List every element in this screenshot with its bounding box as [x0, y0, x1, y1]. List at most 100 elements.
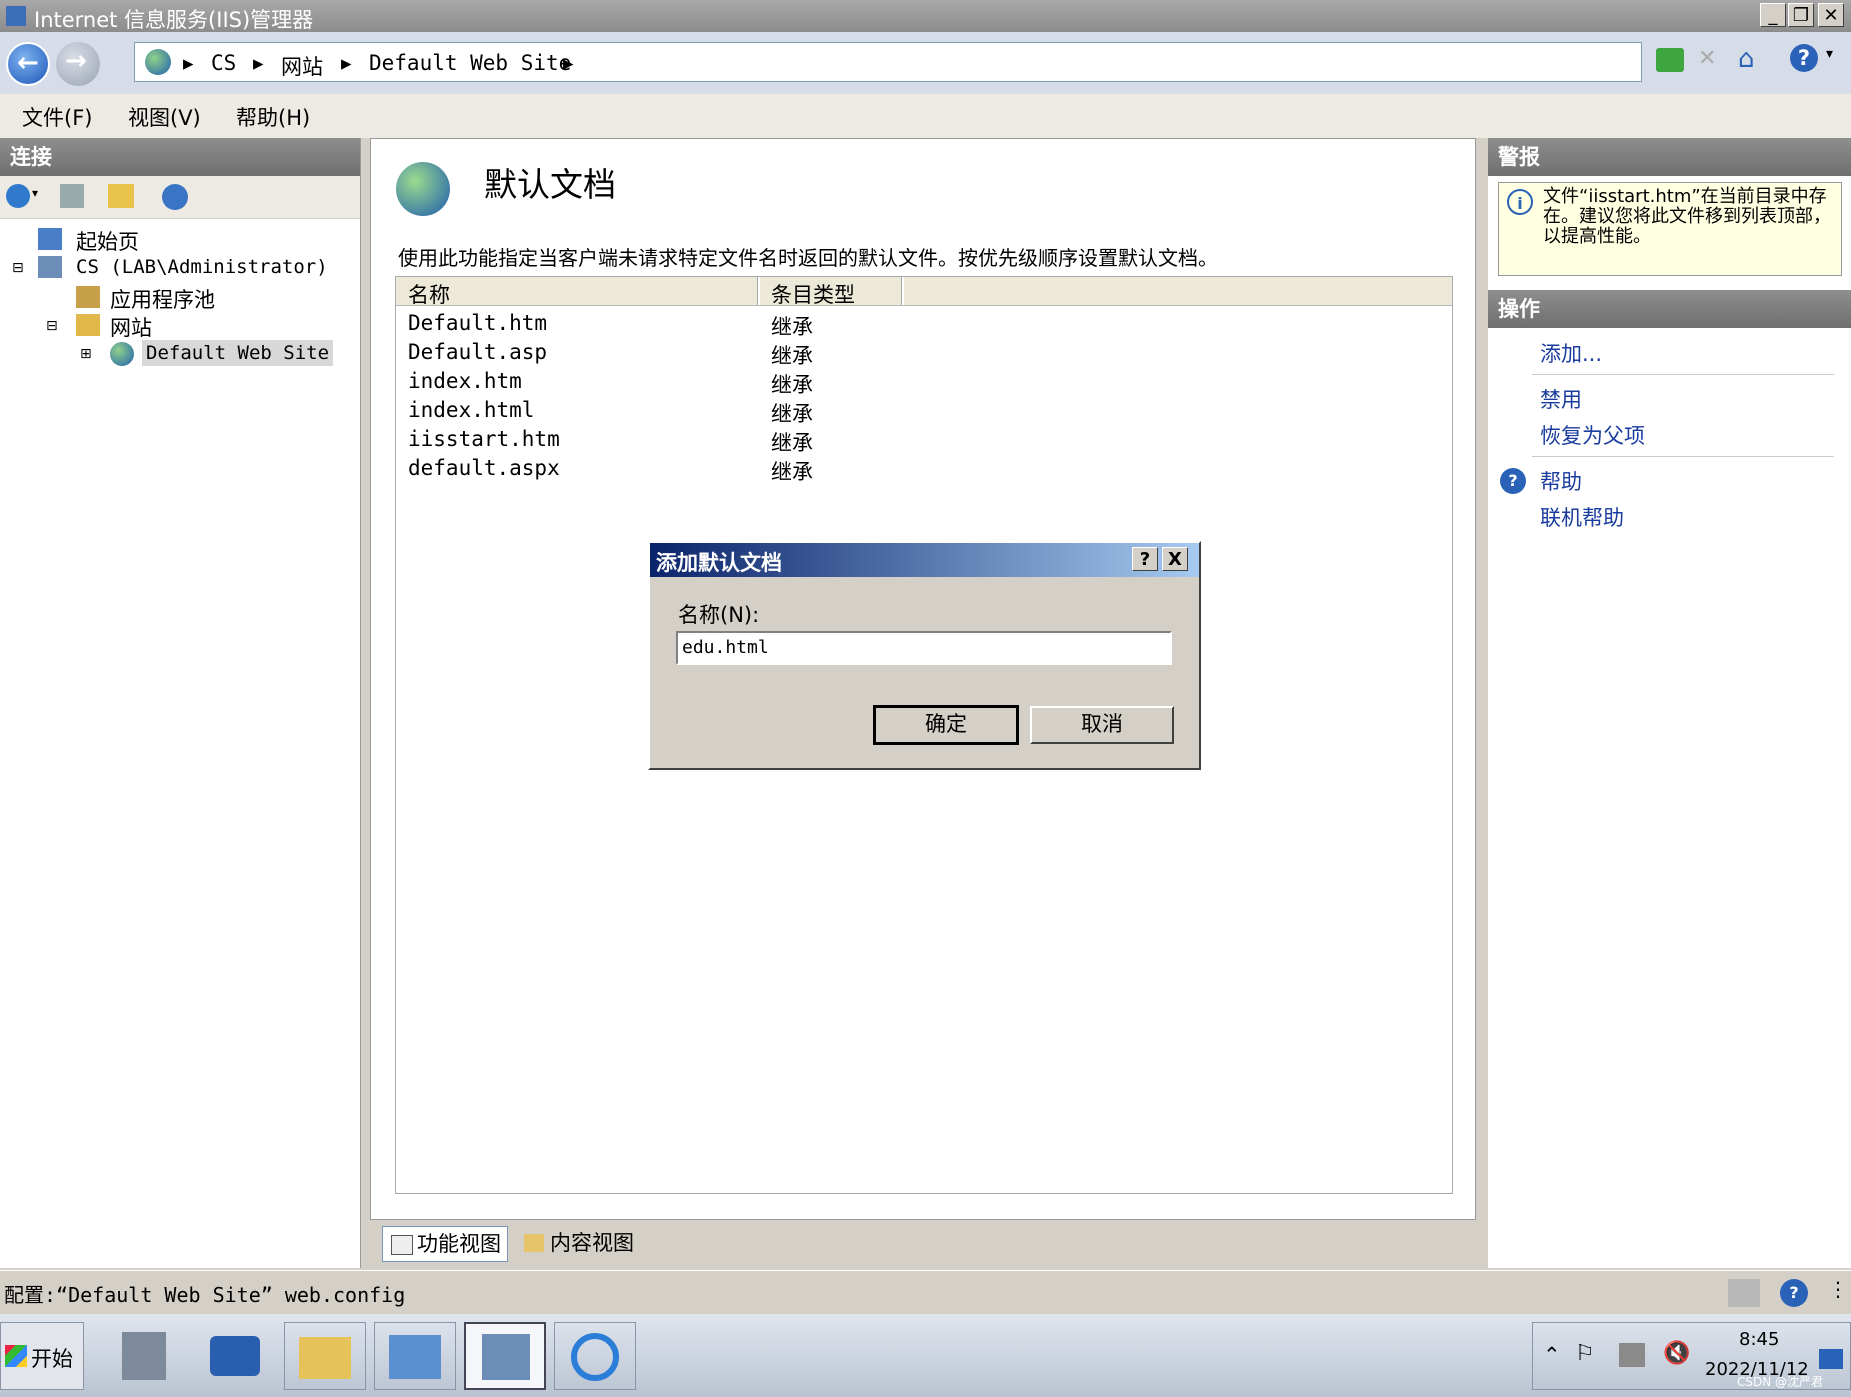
app-pool-icon	[76, 286, 100, 308]
network-icon	[1728, 1279, 1760, 1307]
connect-icon[interactable]	[6, 184, 30, 208]
name-input[interactable]: edu.html	[676, 631, 1172, 665]
row-type: 继承	[771, 315, 813, 339]
system-tray: ⌃ ⚐ 🔇 8:45 2022/11/12 CSDN @沈严君	[1532, 1322, 1851, 1390]
status-text: 配置:“Default Web Site” web.config	[4, 1283, 406, 1307]
dialog-close-button[interactable]: X	[1162, 547, 1188, 571]
action-add[interactable]: 添加...	[1540, 338, 1602, 368]
column-header-type[interactable]: 条目类型	[771, 279, 855, 309]
tree-item-server[interactable]: CS (LAB\Administrator)	[76, 256, 328, 278]
server-manager-icon[interactable]	[104, 1322, 186, 1390]
row-type: 继承	[771, 402, 813, 426]
back-button[interactable]: ←	[6, 42, 50, 86]
tray-expand-icon[interactable]: ⌃	[1543, 1343, 1561, 1367]
volume-muted-icon[interactable]: 🔇	[1663, 1341, 1690, 1366]
row-name: index.html	[408, 398, 535, 422]
network-tray-icon[interactable]	[1619, 1343, 1645, 1367]
home-icon[interactable]: ⌂	[1738, 44, 1755, 74]
column-header-name[interactable]: 名称	[408, 279, 450, 309]
help-icon: ?	[1500, 468, 1526, 494]
window-title: Internet 信息服务(IIS)管理器	[34, 8, 314, 32]
divider	[1532, 374, 1834, 375]
column-divider[interactable]	[901, 277, 904, 305]
action-online-help[interactable]: 联机帮助	[1540, 502, 1624, 532]
tab-content-view[interactable]: 内容视图	[516, 1226, 640, 1262]
breadcrumb-sites[interactable]: 网站	[281, 51, 323, 81]
connections-title: 连接	[0, 138, 360, 176]
content-view-icon	[524, 1234, 544, 1252]
menu-help[interactable]: 帮助(H)	[236, 102, 310, 132]
connect-dropdown-icon[interactable]: ▾	[32, 186, 38, 200]
refresh-icon[interactable]	[1656, 48, 1684, 72]
expand-icon[interactable]: ⊞	[80, 346, 92, 362]
address-bar[interactable]: ▸ CS ▸ 网站 ▸ Default Web Site ▸	[134, 42, 1642, 82]
help-dropdown-icon[interactable]: ▾	[1826, 46, 1833, 62]
flag-icon[interactable]: ⚐	[1575, 1341, 1595, 1366]
start-label: 开始	[31, 1347, 73, 1371]
restore-button[interactable]: ❐	[1788, 3, 1814, 27]
server-icon	[38, 256, 62, 278]
close-window-button[interactable]: ✕	[1818, 3, 1844, 27]
tree-item-app-pools[interactable]: 应用程序池	[110, 284, 215, 314]
column-divider[interactable]	[757, 277, 760, 305]
start-page-icon	[38, 228, 62, 250]
start-button[interactable]: 开始	[0, 1322, 84, 1390]
explorer-icon[interactable]	[284, 1322, 366, 1390]
menu-view[interactable]: 视图(V)	[128, 102, 201, 132]
collapse-icon[interactable]: ⊟	[12, 260, 24, 276]
stop-icon[interactable]: ✕	[1698, 46, 1716, 71]
powershell-icon[interactable]	[194, 1322, 276, 1390]
iis-app-icon	[6, 6, 26, 26]
help-icon[interactable]: ?	[1780, 1279, 1808, 1307]
cancel-button[interactable]: 取消	[1030, 706, 1174, 744]
action-revert-to-parent[interactable]: 恢复为父项	[1540, 420, 1645, 450]
row-type: 继承	[771, 344, 813, 368]
globe-icon	[110, 342, 134, 366]
tree-item-sites[interactable]: 网站	[110, 312, 152, 342]
dialog-help-button[interactable]: ?	[1132, 547, 1158, 571]
open-folder-icon[interactable]	[108, 184, 134, 208]
breadcrumb-arrow-icon: ▸	[253, 51, 264, 75]
tab-features-label: 功能视图	[417, 1232, 501, 1256]
grip-icon[interactable]: ⋮	[1828, 1277, 1848, 1301]
back-arrow-icon: ←	[17, 48, 39, 78]
row-name: default.aspx	[408, 456, 560, 480]
ok-button[interactable]: 确定	[873, 705, 1019, 745]
add-default-document-dialog: 添加默认文档 ? X 名称(N): edu.html 确定 取消	[648, 541, 1201, 770]
disconnect-icon[interactable]	[162, 184, 188, 210]
tree-item-default-web-site[interactable]: Default Web Site	[142, 340, 334, 366]
row-type: 继承	[771, 460, 813, 484]
tab-features-view[interactable]: 功能视图	[382, 1226, 508, 1262]
collapse-icon[interactable]: ⊟	[46, 318, 58, 334]
help-icon[interactable]: ?	[1790, 44, 1818, 72]
name-input-value: edu.html	[682, 637, 769, 658]
internet-explorer-icon[interactable]	[554, 1322, 636, 1390]
iis-manager-taskbar-icon[interactable]	[464, 1322, 546, 1390]
control-panel-icon[interactable]	[374, 1322, 456, 1390]
minimize-button[interactable]: _	[1760, 3, 1786, 27]
row-name: iisstart.htm	[408, 427, 560, 451]
row-type: 继承	[771, 431, 813, 455]
globe-icon	[145, 49, 171, 75]
status-bar: 配置:“Default Web Site” web.config ? ⋮	[0, 1270, 1851, 1315]
show-desktop-icon[interactable]	[1819, 1349, 1843, 1369]
dialog-title: 添加默认文档	[656, 551, 782, 575]
row-name: Default.asp	[408, 340, 548, 364]
save-icon[interactable]	[60, 184, 84, 208]
alert-message: 文件“iisstart.htm”在当前目录中存在。建议您将此文件移到列表顶部，以…	[1543, 186, 1831, 247]
name-label: 名称(N):	[678, 603, 760, 627]
action-disable[interactable]: 禁用	[1540, 384, 1582, 414]
menu-bar: 文件(F) 视图(V) 帮助(H)	[0, 94, 1851, 138]
window-title-bar: Internet 信息服务(IIS)管理器 _ ❐ ✕	[0, 0, 1851, 32]
tree-item-start-page[interactable]: 起始页	[76, 226, 139, 256]
menu-file[interactable]: 文件(F)	[22, 102, 92, 132]
forward-arrow-icon: →	[65, 46, 87, 76]
page-description: 使用此功能指定当客户端未请求特定文件名时返回的默认文件。按优先级顺序设置默认文档…	[398, 246, 1218, 270]
info-icon: i	[1507, 189, 1533, 215]
breadcrumb-server[interactable]: CS	[211, 51, 236, 75]
forward-button[interactable]: →	[56, 42, 100, 86]
row-name: index.htm	[408, 369, 522, 393]
action-help[interactable]: 帮助	[1540, 466, 1582, 496]
clock-time[interactable]: 8:45	[1739, 1329, 1779, 1350]
breadcrumb-site[interactable]: Default Web Site	[369, 51, 571, 75]
